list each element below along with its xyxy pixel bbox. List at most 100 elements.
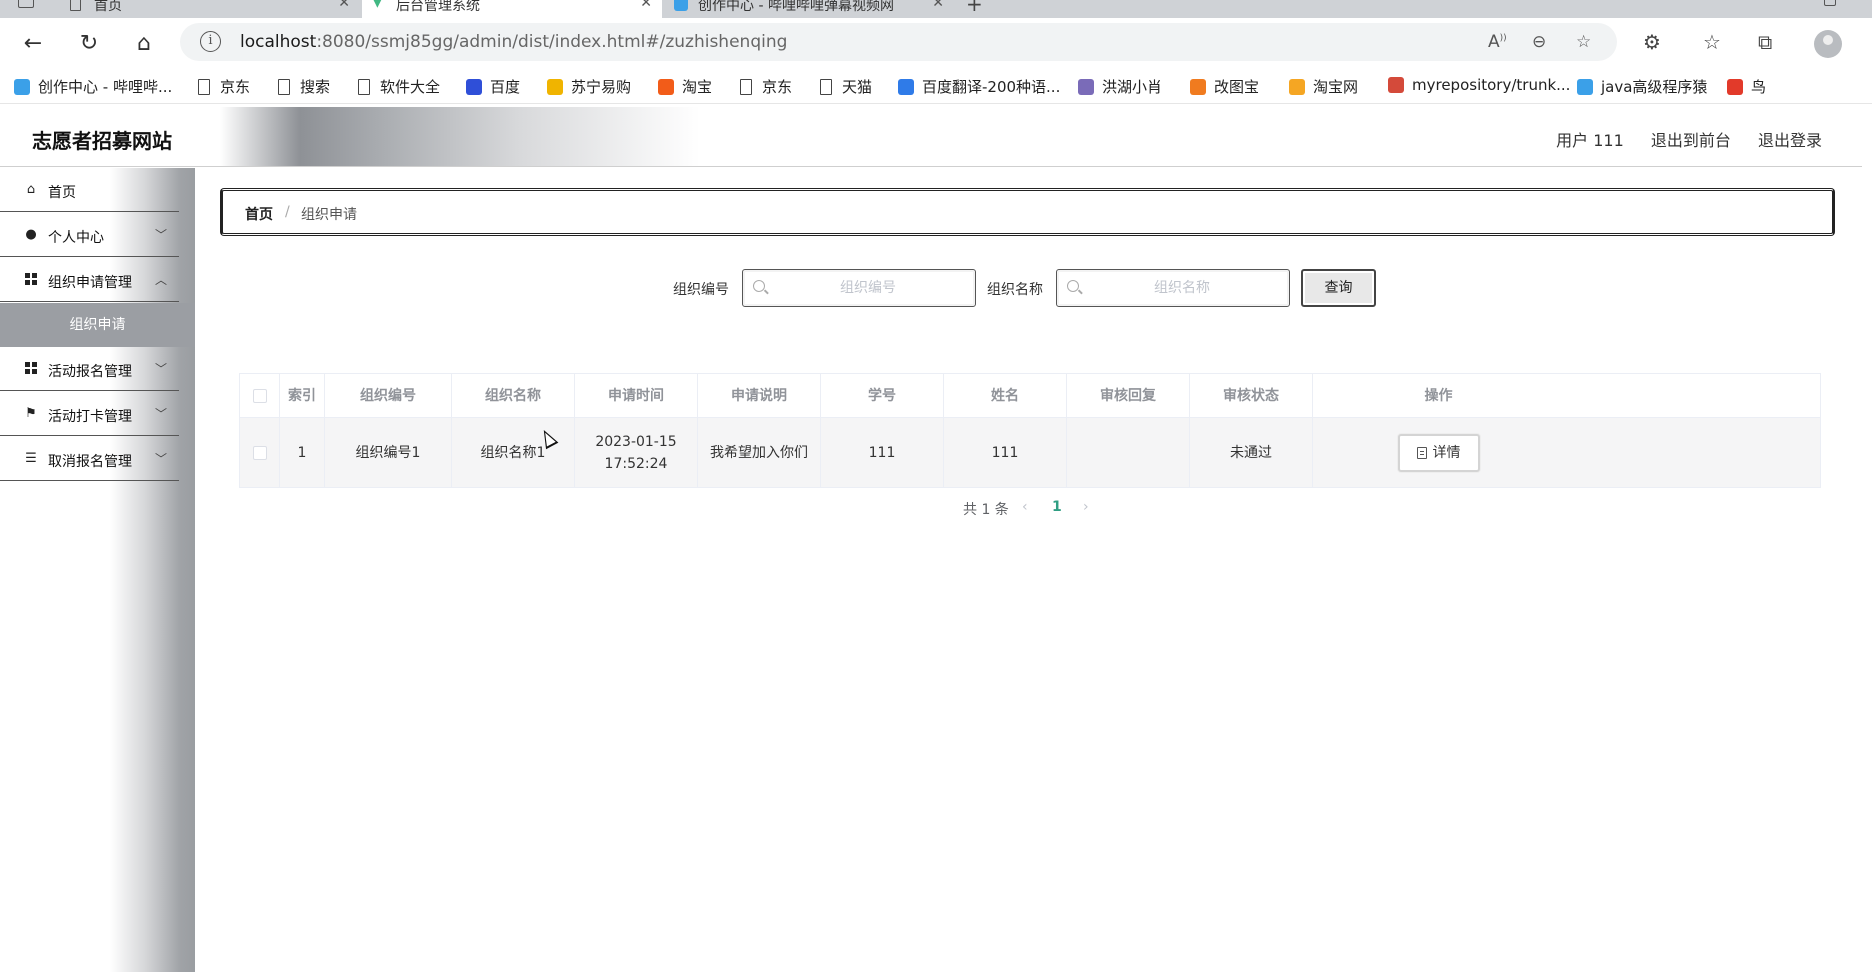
- profile-avatar[interactable]: [1814, 30, 1842, 58]
- bookmark-item[interactable]: 苏宁易购: [547, 76, 631, 97]
- chevron-left-icon[interactable]: ‹: [1022, 499, 1028, 515]
- cell-name: 111: [944, 418, 1067, 487]
- bookmark-item[interactable]: 京东: [740, 76, 792, 97]
- org-code-label: 组织编号: [673, 282, 729, 298]
- column-header[interactable]: 学号: [821, 374, 944, 417]
- bookmark-item[interactable]: 淘宝: [658, 76, 712, 97]
- bookmark-favicon-icon: [14, 78, 30, 95]
- site-info-icon[interactable]: i: [200, 31, 221, 52]
- bookmark-label: 京东: [220, 78, 251, 96]
- bookmark-item[interactable]: 搜索: [278, 76, 330, 97]
- zoom-icon[interactable]: ⊖: [1532, 32, 1546, 52]
- back-icon[interactable]: ←: [18, 28, 48, 58]
- sliders-icon: ☰: [25, 451, 37, 466]
- close-icon[interactable]: ✕: [338, 0, 350, 11]
- bookmark-item[interactable]: 软件大全: [358, 76, 440, 97]
- page-icon: [820, 78, 832, 95]
- url-host: localhost: [240, 32, 317, 52]
- sidebar-item-activity-signup-manage[interactable]: 活动报名管理 ﹀: [0, 347, 179, 391]
- sidebar-item-activity-checkin-manage[interactable]: ⚑ 活动打卡管理 ﹀: [0, 392, 179, 436]
- column-header[interactable]: 申请时间: [575, 374, 698, 417]
- sidebar-toggle-icon[interactable]: [18, 0, 34, 8]
- search-icon: [1067, 280, 1079, 292]
- sidebar-item-home[interactable]: ⌂ 首页: [0, 168, 179, 212]
- close-icon[interactable]: ✕: [640, 0, 652, 11]
- tab-label: 后台管理系统: [396, 0, 480, 14]
- cell-org-name: 组织名称1: [452, 418, 575, 487]
- bookmark-item[interactable]: myrepository/trunk...: [1388, 76, 1570, 94]
- extensions-icon[interactable]: ⚙: [1643, 30, 1661, 54]
- bookmark-label: 改图宝: [1214, 78, 1260, 96]
- page-icon: [70, 0, 81, 11]
- org-code-input[interactable]: [773, 277, 963, 299]
- org-name-label: 组织名称: [987, 282, 1043, 298]
- sidebar-item-personal-center[interactable]: ● 个人中心 ﹀: [0, 213, 179, 257]
- bookmark-item[interactable]: 改图宝: [1190, 76, 1259, 97]
- select-all-cell: [240, 374, 280, 417]
- cell-index: 1: [280, 418, 325, 487]
- back-to-front-link[interactable]: 退出到前台: [1651, 131, 1731, 150]
- browser-tab[interactable]: 创作中心 - 哔哩哔哩弹幕视频网 ✕: [664, 0, 954, 18]
- bookmark-item[interactable]: 京东: [198, 76, 250, 97]
- url-text[interactable]: localhost:8080/ssmj85gg/admin/dist/index…: [240, 32, 787, 52]
- column-header[interactable]: 组织编号: [325, 374, 452, 417]
- add-favorite-icon[interactable]: ☆: [1576, 32, 1591, 52]
- chevron-down-icon: ﹀: [154, 228, 167, 242]
- sidebar-item-org-apply-manage[interactable]: 组织申请管理 ︿: [0, 258, 179, 302]
- page-icon: [358, 78, 370, 95]
- breadcrumb-home[interactable]: 首页: [245, 204, 273, 224]
- browser-tab[interactable]: 首页 ✕: [60, 0, 360, 18]
- row-checkbox[interactable]: [252, 445, 267, 460]
- page-icon: [198, 78, 210, 95]
- bookmark-item[interactable]: 百度翻译-200种语...: [898, 76, 1060, 97]
- column-header[interactable]: 审核回复: [1067, 374, 1190, 417]
- bookmark-label: 搜索: [300, 78, 331, 96]
- select-all-checkbox[interactable]: [252, 388, 267, 403]
- detail-button[interactable]: 详情: [1397, 433, 1480, 472]
- bookmark-item[interactable]: 百度: [466, 76, 520, 97]
- column-header[interactable]: 申请说明: [698, 374, 821, 417]
- bookmark-item[interactable]: 淘宝网: [1289, 76, 1358, 97]
- bookmark-favicon-icon: [1577, 78, 1593, 95]
- cell-actions: 详情: [1313, 418, 1564, 487]
- collections-icon[interactable]: ⧉: [1758, 30, 1772, 54]
- page-number-current[interactable]: 1: [1052, 499, 1062, 515]
- reload-icon[interactable]: ↻: [74, 28, 104, 58]
- column-header[interactable]: 审核状态: [1190, 374, 1313, 417]
- url-bar[interactable]: i localhost:8080/ssmj85gg/admin/dist/ind…: [180, 23, 1617, 61]
- bookmark-item[interactable]: 洪湖小肖: [1078, 76, 1162, 97]
- org-code-search[interactable]: [742, 269, 976, 307]
- search-icon: [753, 280, 765, 292]
- app-header: 志愿者招募网站 用户 111 退出到前台 退出登录: [0, 107, 1862, 167]
- bookmark-item[interactable]: java高级程序猿: [1577, 76, 1707, 97]
- table-row[interactable]: 1 组织编号1 组织名称1 2023-01-15 17:52:24 我希望加入你…: [240, 418, 1820, 487]
- favorites-icon[interactable]: ☆: [1703, 30, 1721, 54]
- sidebar-item-label: 组织申请管理: [48, 275, 132, 291]
- sidebar-subitem-org-apply[interactable]: 组织申请: [0, 303, 195, 347]
- chevron-right-icon[interactable]: ›: [1083, 499, 1089, 515]
- org-name-input[interactable]: [1087, 277, 1277, 299]
- bookmarks-bar: 创作中心 - 哔哩哔... 京东 搜索 软件大全 百度 苏宁易购 淘宝 京东 天猫 百度翻译-20…: [0, 68, 1872, 104]
- column-header[interactable]: 姓名: [944, 374, 1067, 417]
- close-icon[interactable]: ✕: [932, 0, 944, 11]
- bookmark-label: 鸟: [1751, 78, 1767, 96]
- org-name-search[interactable]: [1056, 269, 1290, 307]
- bookmark-item[interactable]: 创作中心 - 哔哩哔...: [14, 76, 172, 97]
- pagination-total: 共 1 条: [963, 502, 1009, 518]
- browser-tab-active[interactable]: ▼ 后台管理系统 ✕: [362, 0, 662, 18]
- bookmark-item[interactable]: 天猫: [820, 76, 872, 97]
- new-tab-icon[interactable]: +: [966, 0, 983, 16]
- home-icon[interactable]: ⌂: [129, 28, 159, 58]
- bookmark-label: java高级程序猿: [1601, 78, 1708, 96]
- cell-review-status: 未通过: [1190, 418, 1313, 487]
- column-header[interactable]: 索引: [280, 374, 325, 417]
- bookmark-item[interactable]: 鸟: [1727, 76, 1766, 97]
- read-aloud-icon[interactable]: A)): [1488, 32, 1507, 52]
- bookmark-label: 软件大全: [380, 78, 441, 96]
- bookmark-favicon-icon: [1190, 78, 1206, 95]
- query-button[interactable]: 查询: [1301, 269, 1376, 307]
- logout-link[interactable]: 退出登录: [1758, 131, 1822, 150]
- sidebar-item-cancel-signup-manage[interactable]: ☰ 取消报名管理 ﹀: [0, 437, 179, 481]
- restore-window-icon[interactable]: [1824, 0, 1836, 6]
- column-header[interactable]: 组织名称: [452, 374, 575, 417]
